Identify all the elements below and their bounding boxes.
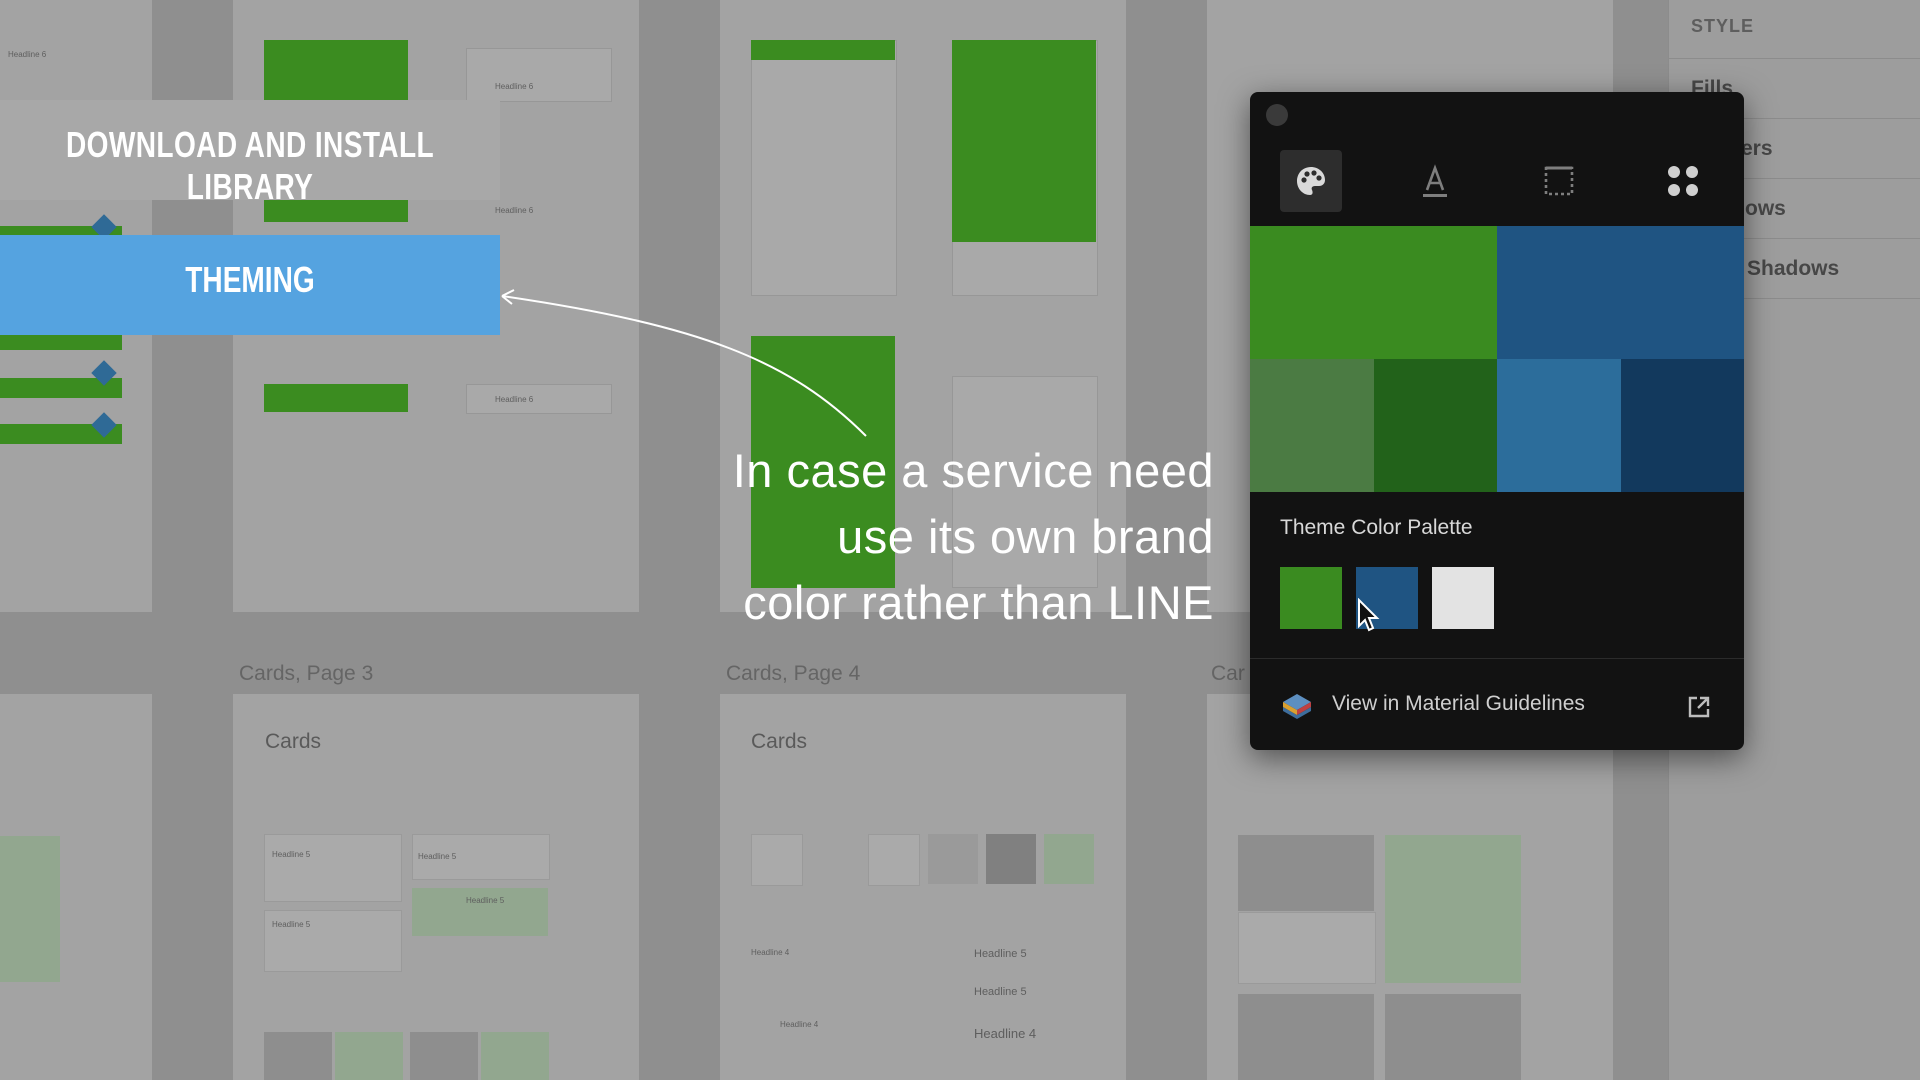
- swatch-secondary[interactable]: [1497, 226, 1744, 359]
- card-surface: [1044, 834, 1094, 884]
- swatch-primary-light[interactable]: [1250, 359, 1374, 492]
- text-style-icon[interactable]: [1404, 150, 1466, 212]
- card-image: [1385, 994, 1521, 1080]
- backdrop-top-bar: [751, 40, 895, 60]
- backdrop-front-layer: [952, 40, 1096, 242]
- card-image: [481, 1032, 549, 1080]
- top-app-bar-standard: [264, 384, 408, 412]
- palette-icon[interactable]: [1280, 150, 1342, 212]
- palette-title: Theme Color Palette: [1280, 516, 1473, 539]
- slide-caption: In case a service need use its own brand…: [640, 438, 1214, 636]
- artboard-label: Cards, Page 4: [726, 662, 861, 685]
- card-surface: [868, 834, 920, 886]
- download-install-label: DOWNLOAD AND INSTALL LIBRARY: [65, 124, 435, 207]
- mouse-cursor-icon: [1358, 598, 1380, 632]
- swatch-primary-dark[interactable]: [1374, 359, 1497, 492]
- list-headline: Headline 4: [780, 1020, 819, 1029]
- artboard-label: Car: [1211, 662, 1245, 685]
- theming-banner: THEMING: [0, 235, 500, 335]
- palette-chip-primary[interactable]: [1280, 567, 1342, 629]
- top-app-bar-extended: [264, 40, 408, 100]
- card-headline: Headline 5: [272, 850, 311, 859]
- headline-label: Headline 6: [495, 206, 534, 215]
- close-dot-button[interactable]: [1266, 104, 1288, 126]
- style-row-label: Shadows: [1747, 257, 1840, 280]
- style-row-label: ers: [1741, 137, 1773, 160]
- caption-line: use its own brand: [837, 510, 1214, 563]
- download-install-banner: DOWNLOAD AND INSTALL LIBRARY: [0, 100, 500, 207]
- palette-chip-surface[interactable]: [1432, 567, 1494, 629]
- card-image: [1238, 994, 1374, 1080]
- card-image: [410, 1032, 478, 1080]
- theming-label: THEMING: [185, 259, 315, 300]
- theme-popup: Theme Color Palette View in Material Gui…: [1250, 92, 1744, 750]
- card-headline: Headline 5: [272, 920, 311, 929]
- external-link-icon[interactable]: [1686, 694, 1712, 725]
- style-header: STYLE: [1691, 16, 1755, 36]
- list-headline: Headline 4: [751, 948, 790, 957]
- card-image-left: [0, 836, 60, 982]
- border-icon[interactable]: [1528, 150, 1590, 212]
- artboard-title: Cards: [265, 730, 322, 753]
- card-headline: Headline 5: [418, 852, 457, 861]
- divider: [1250, 658, 1744, 659]
- card-surface: [928, 834, 978, 884]
- card-image: [335, 1032, 403, 1080]
- artboard-title: Cards: [751, 730, 808, 753]
- caption-line: color rather than LINE: [743, 576, 1214, 629]
- material-guidelines-link[interactable]: View in Material Guidelines: [1332, 692, 1585, 716]
- card: [1238, 912, 1376, 984]
- card-surface: [751, 834, 803, 886]
- headline-label: Headline 6: [8, 50, 47, 59]
- swatch-secondary-dark[interactable]: [1621, 359, 1744, 492]
- card: [264, 834, 402, 902]
- artboard-label: Cards, Page 3: [239, 662, 374, 685]
- list-headline: Headline 5: [974, 948, 1027, 960]
- card-headline: Headline 5: [466, 896, 505, 905]
- swatch-secondary-light[interactable]: [1497, 359, 1621, 492]
- swatch-grid: [1250, 226, 1744, 492]
- list-headline: Headline 4: [974, 1026, 1037, 1041]
- caption-line: In case a service need: [732, 444, 1214, 497]
- headline-label: Headline 6: [495, 395, 534, 404]
- card-image: [264, 1032, 332, 1080]
- headline-label: Headline 6: [495, 82, 534, 91]
- style-row-label: ows: [1745, 197, 1786, 220]
- material-logo-icon: [1280, 690, 1314, 729]
- card-image-selected: [1385, 835, 1521, 983]
- backdrop-phone: [751, 40, 897, 296]
- top-app-bar-card: [466, 384, 612, 414]
- list-headline: Headline 5: [974, 986, 1027, 998]
- card-surface: [986, 834, 1036, 884]
- swatch-primary[interactable]: [1250, 226, 1497, 359]
- top-app-bar-card: [466, 48, 612, 102]
- card-image: [1238, 835, 1374, 911]
- components-icon[interactable]: [1652, 150, 1714, 212]
